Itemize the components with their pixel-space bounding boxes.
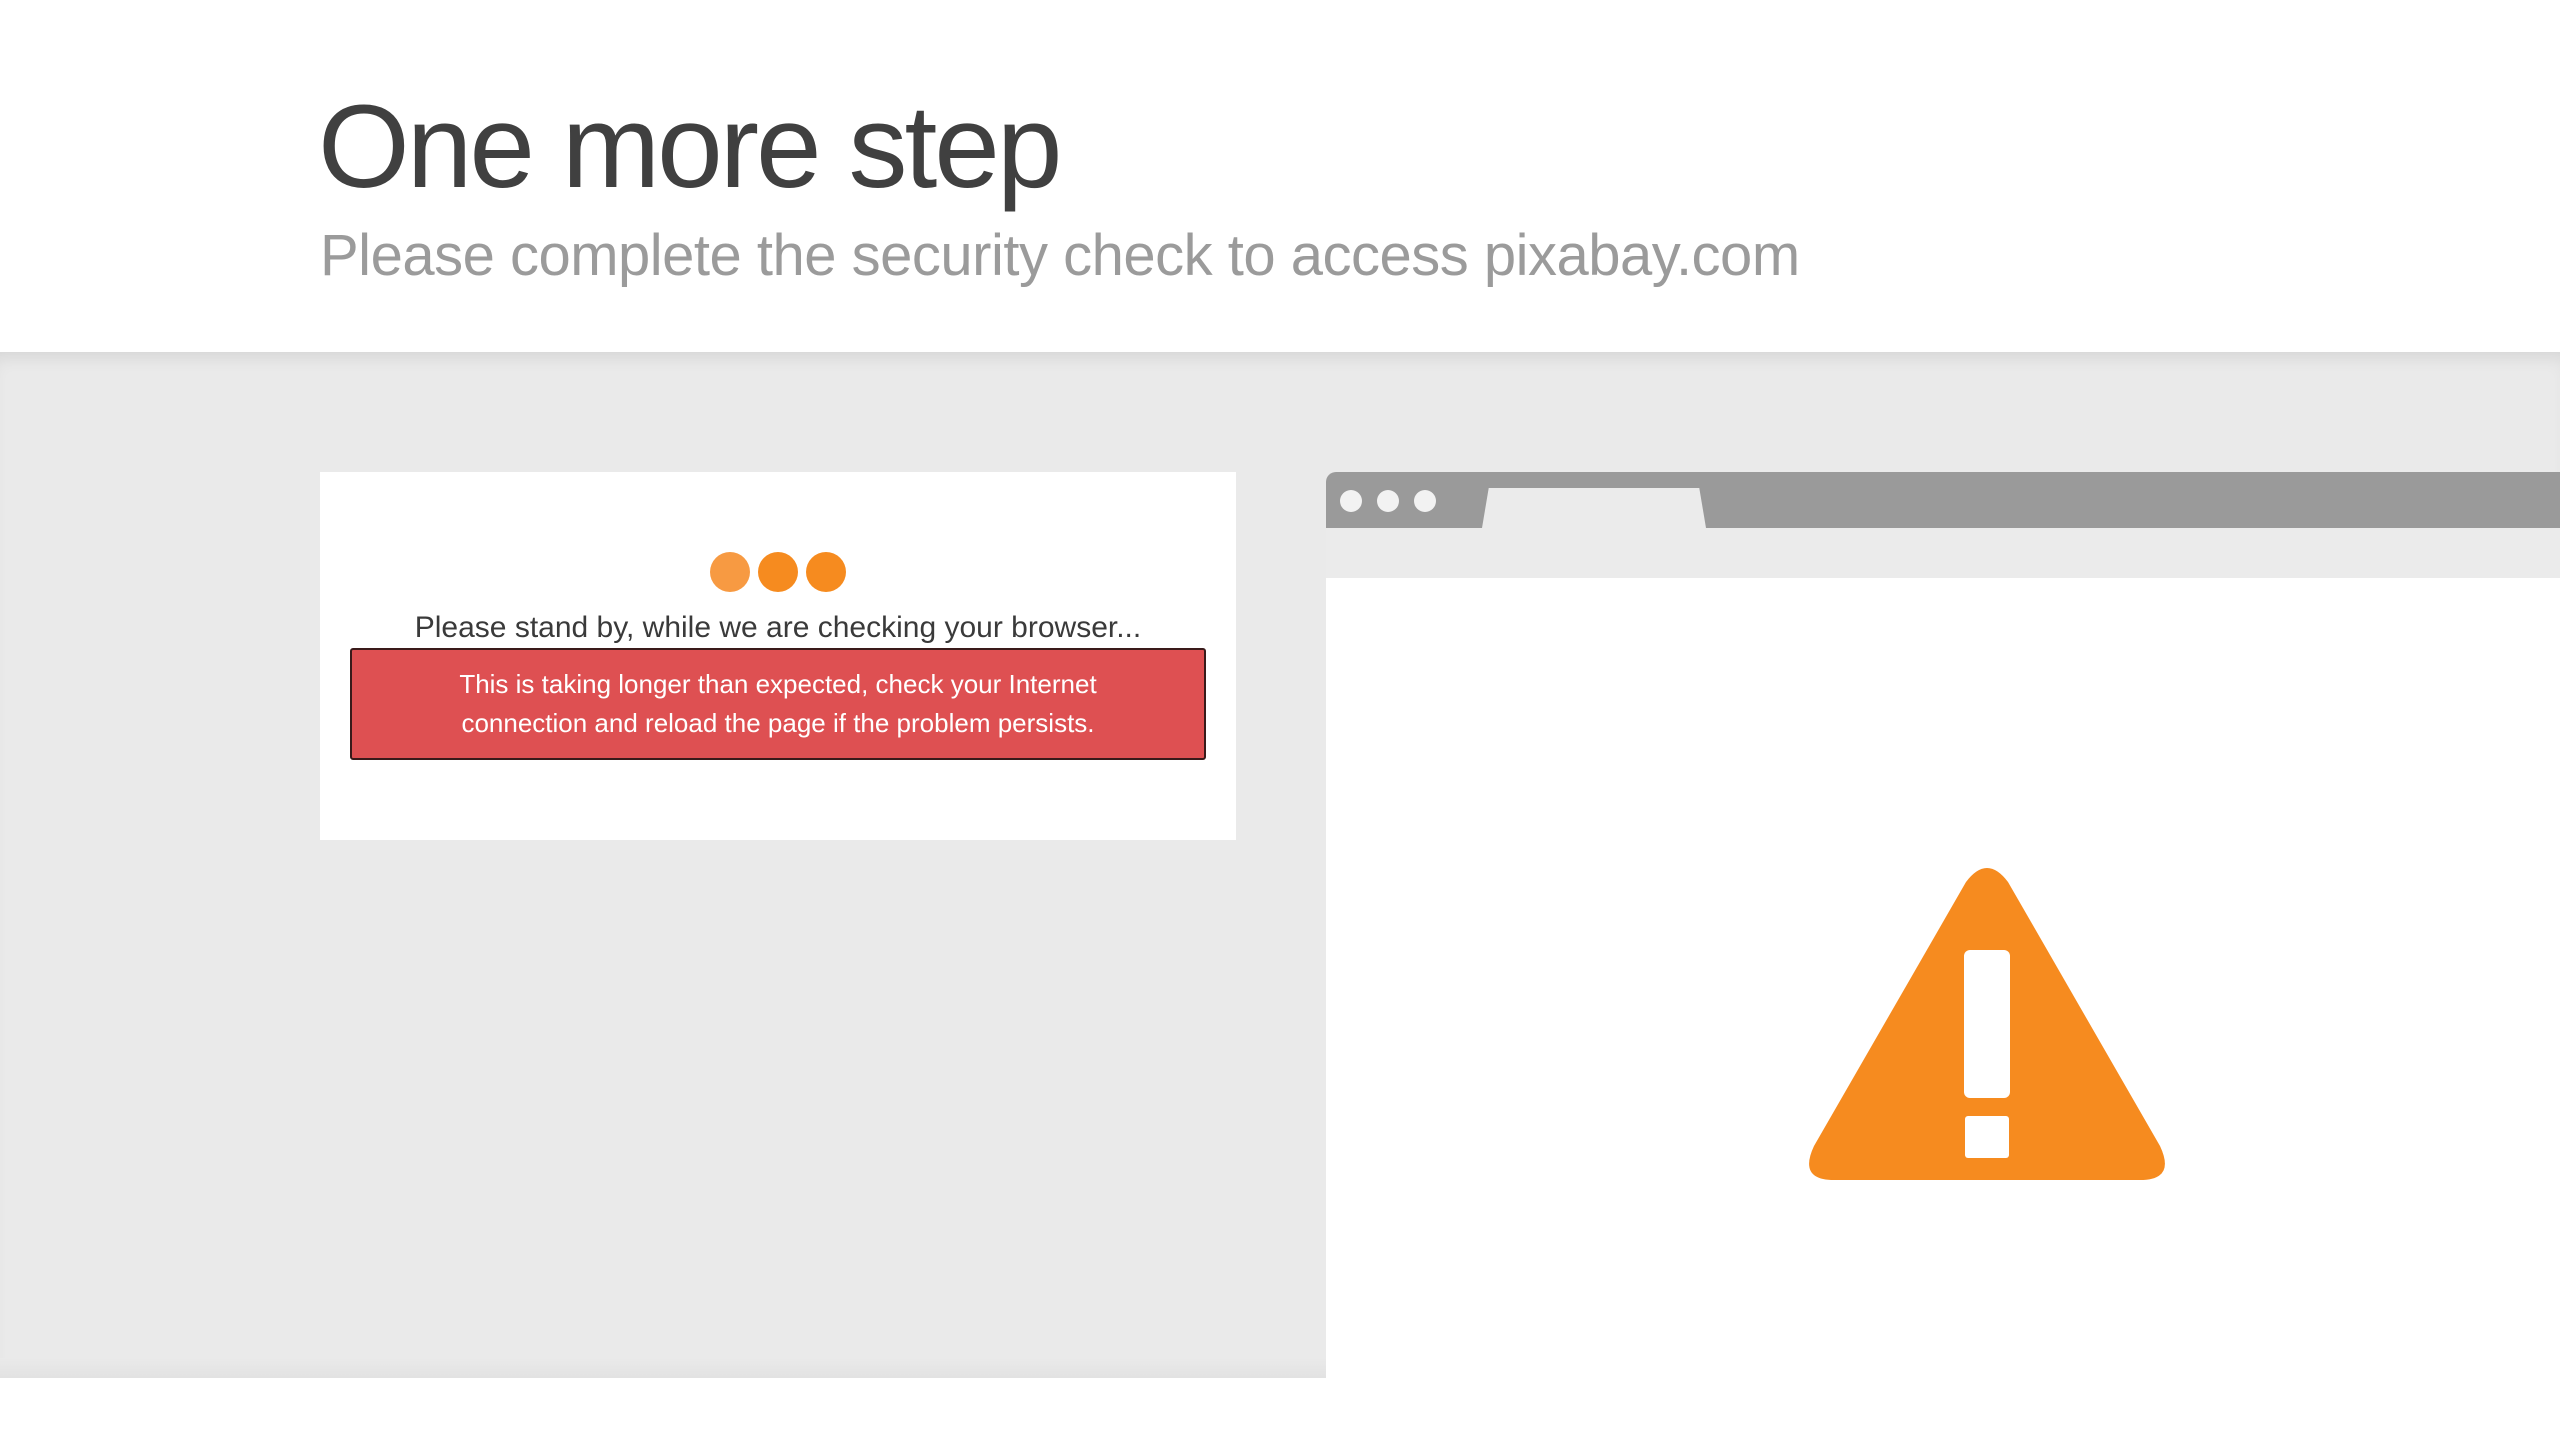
loading-dots-icon [320,552,1236,592]
warning-icon [1809,868,2165,1180]
browser-tab [1482,488,1706,528]
error-message-line: This is taking longer than expected, che… [459,669,1097,699]
browser-check-card: Please stand by, while we are checking y… [320,472,1236,840]
window-dot-icon [1377,490,1399,512]
browser-title-bar [1326,472,2560,528]
browser-illustration [1326,472,2560,1377]
page-title: One more step [318,81,1062,213]
browser-toolbar [1326,528,2560,578]
page-subtitle: Please complete the security check to ac… [320,223,1800,288]
loading-dot [806,552,846,592]
loading-dot [758,552,798,592]
timeout-error-message: This is taking longer than expected, che… [350,648,1206,760]
loading-dot [710,552,750,592]
band-bottom-shade [0,1358,1326,1378]
window-dot-icon [1340,490,1362,512]
standby-message: Please stand by, while we are checking y… [414,611,1142,644]
window-dot-icon [1414,490,1436,512]
page-header: One more step Please complete the securi… [0,0,2560,352]
browser-viewport [1326,578,2560,1377]
error-message-line: connection and reload the page if the pr… [461,708,1095,738]
